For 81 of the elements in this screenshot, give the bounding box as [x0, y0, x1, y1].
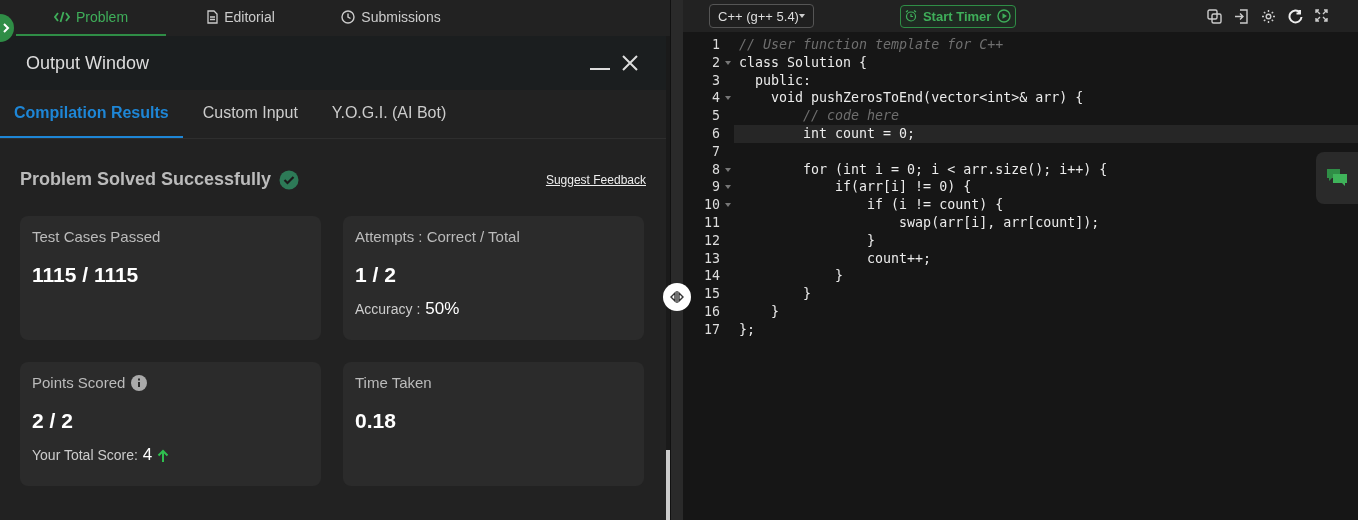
detail-label: Your Total Score: [32, 447, 138, 463]
code-icon [53, 11, 70, 23]
code-line: if (i != count) { [866, 196, 1004, 214]
line-number: 1 [712, 36, 720, 54]
line-number: 13 [704, 249, 720, 268]
close-icon [622, 55, 638, 71]
play-circle-icon [997, 9, 1012, 23]
line-number: 17 [704, 320, 720, 339]
detail-value: 50% [425, 299, 460, 319]
copy-icon[interactable] [1207, 8, 1222, 24]
fold-caret-icon[interactable] [725, 167, 731, 172]
check-circle-icon [279, 169, 300, 190]
code-comment: // User function template for C++ [739, 36, 1004, 54]
problem-tab[interactable]: Editorial [166, 0, 316, 36]
line-number: 11 [704, 213, 720, 232]
line-number: 7 [712, 142, 720, 161]
line-number: 2 [712, 53, 720, 72]
card-title: Points Scored [32, 374, 126, 391]
code-line: } [834, 267, 844, 286]
code-line: } [770, 302, 780, 321]
card-title: Attempts : Correct / Total [355, 228, 520, 245]
status-message: Problem Solved Successfully [20, 169, 272, 190]
minimize-icon [590, 68, 610, 70]
problem-tab[interactable]: Submissions [316, 0, 466, 36]
code-line: for (int i = 0; i < arr.size(); i++) { [802, 160, 1108, 179]
card-value: 2 / 2 [32, 409, 74, 433]
line-number: 12 [704, 231, 720, 250]
info-icon[interactable] [131, 374, 148, 391]
code-line: } [866, 231, 876, 250]
chat-bubbles-icon [1326, 168, 1348, 188]
code-line: class Solution { [739, 53, 868, 72]
code-line: } [802, 285, 812, 303]
arrow-up-icon [157, 448, 170, 462]
caret-icon [798, 14, 805, 18]
language-dropdown[interactable]: C++ (g++ 5.4) [709, 4, 814, 28]
chevron-right-icon [2, 23, 10, 33]
fold-caret-icon[interactable] [725, 203, 731, 208]
code-line: }; [739, 320, 755, 339]
detail-value: 4 [142, 445, 153, 465]
fullscreen-icon[interactable] [1315, 8, 1328, 22]
line-number: 4 [712, 89, 720, 108]
line-number: 5 [712, 107, 720, 125]
import-icon[interactable] [1234, 8, 1249, 24]
line-number: 6 [712, 125, 720, 143]
output-tab[interactable]: Compilation Results [0, 90, 183, 138]
split-arrows-icon [670, 291, 684, 303]
code-line: swap(arr[i], arr[count]); [898, 213, 1100, 232]
settings-icon[interactable] [1261, 8, 1276, 24]
fold-caret-icon[interactable] [725, 96, 731, 101]
code-comment: // code here [802, 107, 900, 125]
output-tab[interactable]: Custom Input [188, 90, 312, 138]
card-title: Test Cases Passed [32, 228, 161, 245]
line-number: 9 [712, 178, 720, 197]
line-number: 10 [704, 196, 720, 214]
line-number: 3 [712, 71, 720, 90]
clock-icon [341, 10, 356, 24]
document-icon [207, 10, 219, 24]
code-line: count++; [866, 249, 932, 268]
window-title: Output Window [26, 52, 151, 74]
card-title: Time Taken [355, 374, 432, 391]
card-value: 1115 / 1115 [32, 263, 140, 287]
reset-icon[interactable] [1288, 8, 1303, 24]
code-line: int count = 0; [802, 125, 916, 143]
feedback-link[interactable]: Suggest Feedback [545, 172, 646, 187]
line-number: 8 [712, 160, 720, 179]
line-number: 16 [704, 302, 720, 321]
fold-caret-icon[interactable] [725, 60, 731, 65]
card-value: 0.18 [355, 409, 397, 433]
scrollbar-thumb[interactable] [666, 450, 670, 520]
fold-caret-icon[interactable] [725, 185, 731, 190]
chat-button[interactable] [1316, 152, 1358, 204]
card-value: 1 / 2 [355, 263, 397, 287]
code-line: if(arr[i] != 0) { [834, 178, 972, 197]
start-timer-button[interactable]: Start Timer [899, 4, 1017, 28]
code-line: public: [754, 71, 812, 90]
line-number: 14 [704, 267, 720, 286]
line-number: 15 [704, 285, 720, 303]
code-line: void pushZerosToEnd(vector<int>& arr) { [770, 89, 1084, 108]
alarm-clock-icon [904, 10, 917, 22]
output-tab[interactable]: Y.O.G.I. (AI Bot) [317, 90, 461, 138]
detail-label: Accuracy : [355, 301, 421, 317]
